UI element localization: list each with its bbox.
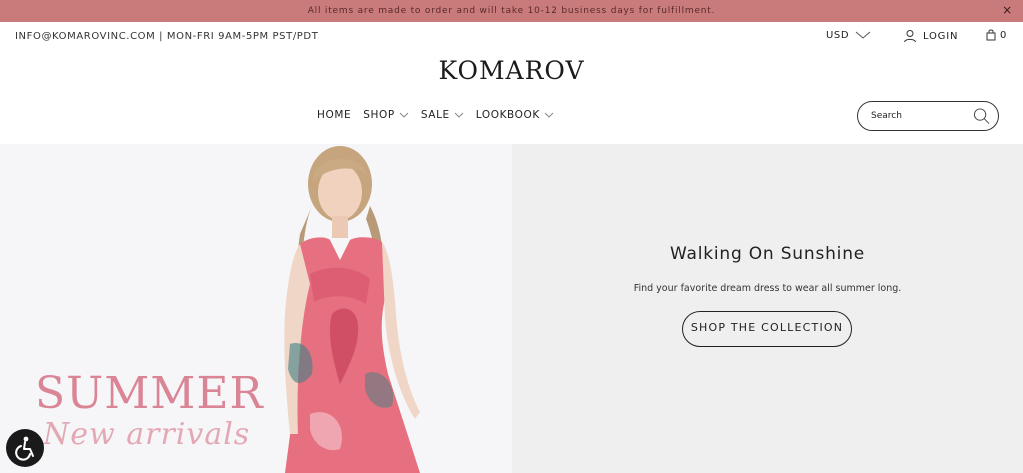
hero-overlay-subheading: New arrivals [43, 417, 251, 452]
announcement-bar: All items are made to order and will tak… [0, 0, 1023, 22]
nav-home[interactable]: HOME [317, 109, 351, 121]
nav-shop-label: SHOP [363, 109, 395, 121]
bag-icon [986, 29, 996, 41]
hero-overlay-heading: SUMMER [35, 368, 264, 419]
search-input[interactable] [869, 110, 973, 122]
accessibility-icon [15, 436, 34, 461]
hero-subtitle: Find your favorite dream dress to wear a… [633, 283, 902, 294]
nav-sale[interactable]: SALE [421, 109, 464, 121]
contact-info: INFO@KOMAROVINC.COM | MON-FRI 9AM-5PM PS… [15, 31, 319, 42]
user-icon [904, 30, 916, 43]
chevron-down-icon [544, 112, 554, 118]
nav-lookbook-label: LOOKBOOK [475, 109, 540, 121]
shop-collection-button[interactable]: SHOP THE COLLECTION [682, 311, 852, 347]
cart-link[interactable]: 0 [986, 29, 1006, 41]
accessibility-button[interactable] [6, 429, 44, 467]
search-icon[interactable] [973, 107, 990, 125]
hero-banner: SUMMER New arrivals [0, 144, 1023, 473]
currency-selector[interactable]: USD [826, 30, 871, 41]
hero-text-panel [512, 144, 1023, 473]
search-box [857, 101, 999, 131]
main-nav: HOME SHOP SALE LOOKBOOK [317, 109, 554, 121]
login-label: LOGIN [923, 30, 959, 42]
announcement-text: All items are made to order and will tak… [307, 6, 716, 16]
hero-image-panel[interactable]: SUMMER New arrivals [0, 144, 512, 473]
nav-sale-label: SALE [420, 109, 450, 121]
chevron-down-icon [855, 31, 871, 39]
chevron-down-icon [399, 112, 409, 118]
hero-title: Walking On Sunshine [669, 244, 866, 264]
currency-label: USD [826, 30, 850, 41]
cart-count: 0 [1000, 29, 1007, 41]
close-icon[interactable]: × [1002, 3, 1013, 17]
nav-shop[interactable]: SHOP [363, 109, 409, 121]
chevron-down-icon [454, 112, 464, 118]
model-photo [284, 146, 420, 473]
login-link[interactable]: LOGIN [903, 29, 958, 43]
nav-lookbook[interactable]: LOOKBOOK [476, 109, 554, 121]
brand-logo[interactable]: KOMAROV [0, 56, 1023, 85]
top-bar: INFO@KOMAROVINC.COM | MON-FRI 9AM-5PM PS… [0, 22, 1023, 54]
nav-home-label: HOME [317, 109, 352, 121]
